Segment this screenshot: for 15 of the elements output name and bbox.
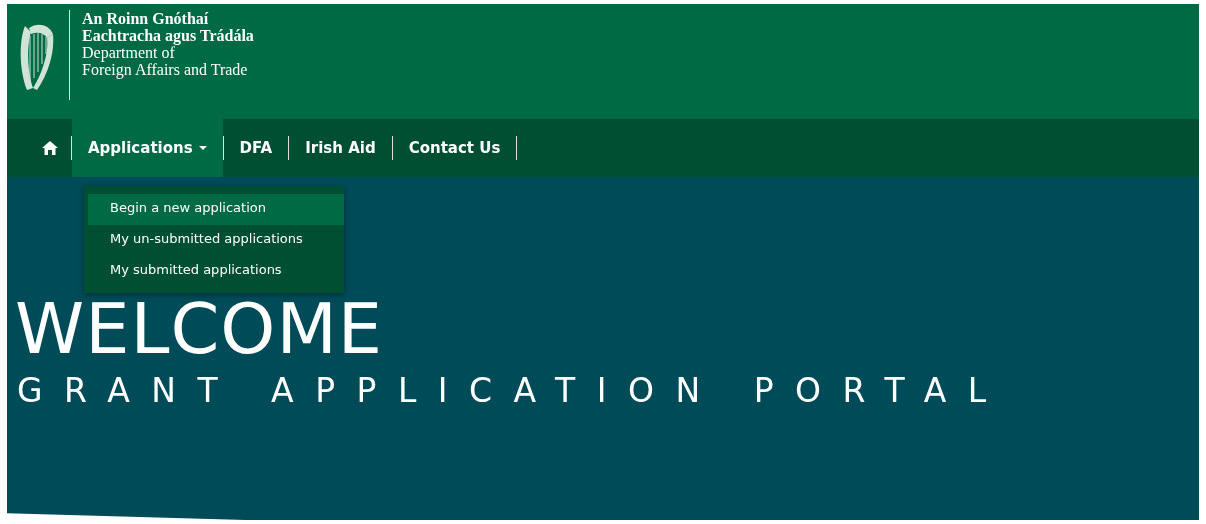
nav-link[interactable]: Irish Aid: [289, 119, 392, 177]
nav-link[interactable]: Contact Us: [392, 119, 517, 177]
menu-item[interactable]: My un-submitted applications: [88, 225, 344, 256]
welcome-heading: WELCOME: [15, 295, 385, 363]
portal-subtitle: GRANT APPLICATION PORTAL: [17, 371, 1009, 410]
department-name: Foreign Affairs and Trade: [82, 61, 249, 78]
home-icon: [42, 141, 58, 155]
menu-item[interactable]: My submitted applications: [88, 256, 344, 287]
menu-item[interactable]: Begin a new application: [88, 194, 344, 225]
department-name: Eachtracha agus Trádála: [82, 27, 254, 44]
caret-icon: [198, 146, 207, 150]
department-name: Department of: [82, 44, 175, 61]
department-name: An Roinn Gnóthaí: [82, 10, 210, 27]
nav-link[interactable]: DFA: [223, 119, 289, 177]
nav-dropdown[interactable]: Applications: [72, 119, 223, 177]
